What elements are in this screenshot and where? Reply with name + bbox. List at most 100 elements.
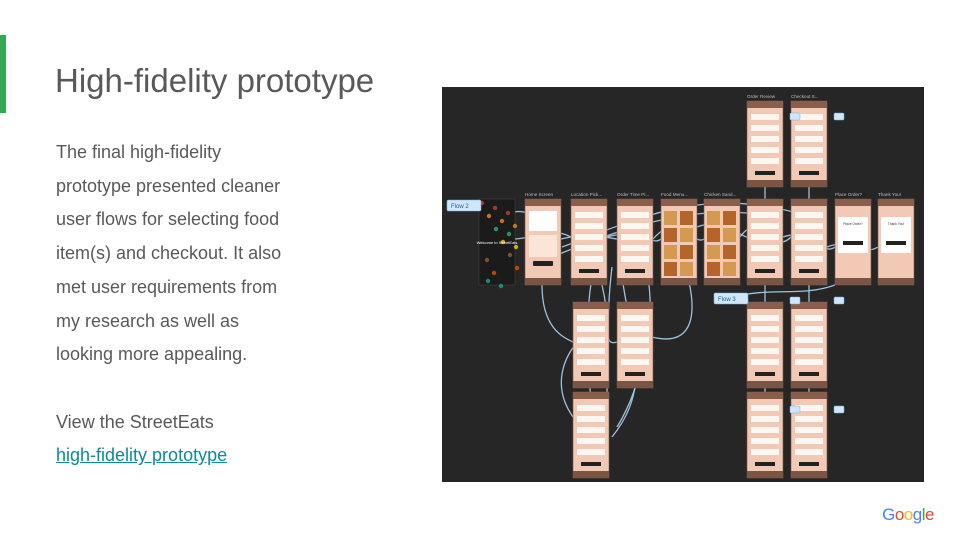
form-row <box>751 223 779 229</box>
prototype-frame <box>790 391 828 479</box>
prototype-canvas: Welcome to StreetEats Home Screen Location… <box>446 94 915 479</box>
frame-title: Checkout S... <box>791 94 819 99</box>
prototype-link[interactable]: high-fidelity prototype <box>56 445 227 465</box>
flow-node <box>833 296 845 305</box>
form-row <box>751 416 779 422</box>
paragraph-line: met user requirements from <box>56 276 278 297</box>
form-row <box>577 438 605 444</box>
form-row <box>795 315 823 321</box>
form-row <box>795 326 823 332</box>
frame-header <box>617 302 653 309</box>
frame-header <box>835 199 871 206</box>
paragraph-line: user flows for selecting food <box>56 209 280 230</box>
form-row <box>621 256 649 262</box>
food-dot <box>492 205 498 211</box>
form-row <box>621 212 649 218</box>
form-row <box>577 416 605 422</box>
prototype-frame: Location Pick... <box>570 192 608 286</box>
paragraph-line: The final high-fidelity <box>56 142 222 162</box>
form-row <box>575 256 603 262</box>
menu-tile <box>664 228 677 242</box>
frame-header <box>525 199 561 206</box>
accent-bar <box>0 35 6 113</box>
prototype-frame: Home Screen <box>524 192 562 286</box>
food-dot <box>506 231 512 237</box>
prototype-screenshot: Welcome to StreetEats Home Screen Location… <box>442 87 924 482</box>
food-dot <box>484 257 490 263</box>
menu-tile <box>680 262 693 276</box>
form-row <box>575 223 603 229</box>
form-button <box>625 372 645 376</box>
form-row <box>751 405 779 411</box>
menu-tile <box>723 262 736 276</box>
dialog-title: Thank You! <box>888 222 905 226</box>
form-row <box>751 326 779 332</box>
frame-tabbar <box>791 381 827 388</box>
frame-tabbar <box>573 381 609 388</box>
form-button <box>799 372 819 376</box>
frame-tabbar <box>571 278 607 285</box>
frame-tabbar <box>617 381 653 388</box>
form-row <box>795 337 823 343</box>
food-dot <box>491 270 497 276</box>
prototype-frame <box>572 391 610 479</box>
form-button <box>755 269 775 273</box>
logo-letter: o <box>903 505 913 524</box>
form-button <box>799 171 819 175</box>
form-button <box>799 269 819 273</box>
flow-node <box>789 296 801 305</box>
form-row <box>751 438 779 444</box>
frame-tabbar <box>835 278 871 285</box>
prototype-frame <box>616 301 654 389</box>
frame-title: Place Order? <box>835 192 863 197</box>
dialog-button <box>843 241 863 245</box>
logo-letter: g <box>912 505 922 524</box>
menu-tile <box>664 245 677 259</box>
flow-node <box>833 405 845 414</box>
frame-tabbar <box>704 278 740 285</box>
form-row <box>751 114 779 120</box>
prototype-frame: Order Review <box>746 94 784 188</box>
form-row <box>795 416 823 422</box>
food-dot <box>486 213 492 219</box>
prototype-frame <box>746 391 784 479</box>
form-row <box>577 348 605 354</box>
frame-header <box>571 199 607 206</box>
form-row <box>795 136 823 142</box>
form-row <box>751 315 779 321</box>
form-row <box>575 234 603 240</box>
form-row <box>795 348 823 354</box>
form-row <box>795 147 823 153</box>
prototype-frame: Checkout S... <box>790 94 828 188</box>
frame-title: Home Screen <box>525 192 554 197</box>
frame-title: Order Review <box>747 94 776 99</box>
google-logo: Google <box>882 505 934 525</box>
prototype-frame <box>572 301 610 389</box>
food-dot <box>507 252 513 258</box>
food-dot <box>499 218 505 224</box>
form-row <box>795 245 823 251</box>
frame-header <box>747 101 783 108</box>
form-row <box>751 427 779 433</box>
frame-tabbar <box>791 180 827 187</box>
frame-header <box>704 199 740 206</box>
frame-tabbar <box>878 278 914 285</box>
menu-tile <box>680 245 693 259</box>
flow-node <box>789 405 801 414</box>
form-button <box>755 372 775 376</box>
form-row <box>795 223 823 229</box>
prototype-frame <box>746 301 784 389</box>
food-dot <box>485 278 491 284</box>
dialog-button <box>886 241 906 245</box>
form-row <box>751 359 779 365</box>
paragraph-line: my research as well as <box>56 310 240 331</box>
menu-tile <box>723 228 736 242</box>
form-row <box>751 348 779 354</box>
frame-header <box>791 392 827 399</box>
prototype-frame <box>790 301 828 389</box>
flow-tag-label: Flow 2 <box>451 204 469 210</box>
food-dot <box>505 210 511 216</box>
food-dot <box>513 244 519 250</box>
form-row <box>795 125 823 131</box>
form-row <box>621 245 649 251</box>
